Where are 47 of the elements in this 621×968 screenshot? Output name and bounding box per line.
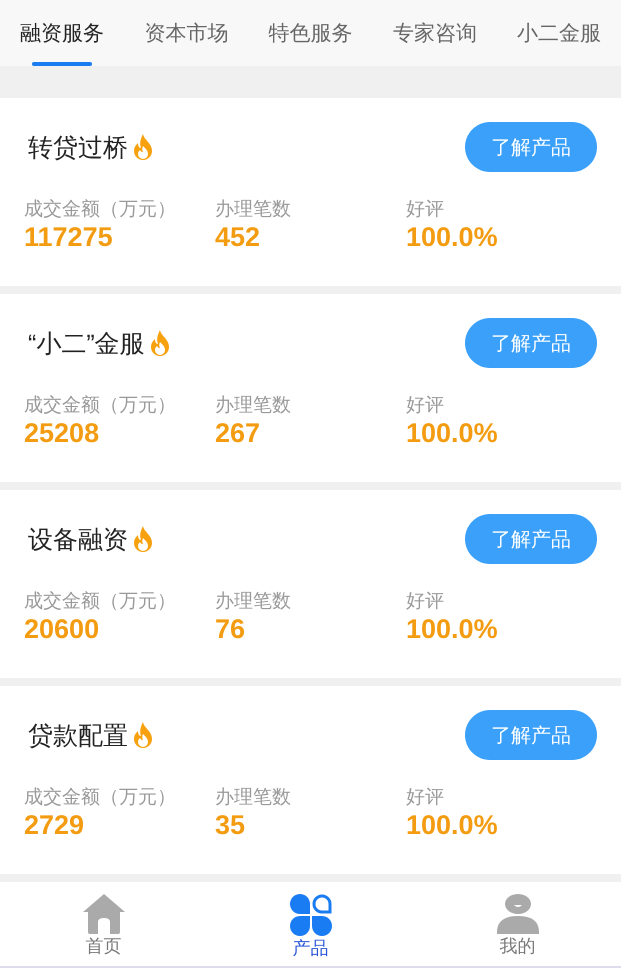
learn-product-button[interactable]: 了解产品 xyxy=(465,318,597,368)
flame-icon xyxy=(132,526,154,552)
stat-label: 成交金额（万元） xyxy=(24,786,177,810)
stat-label: 办理笔数 xyxy=(215,590,292,614)
stat-value: 100.0% xyxy=(406,614,499,644)
nav-tab[interactable]: 我的 xyxy=(414,882,621,966)
category-tab[interactable]: 资本市场 xyxy=(144,0,228,66)
category-tab[interactable]: 融资服务 xyxy=(20,0,104,66)
product-title: “小二”金服 xyxy=(28,328,145,360)
stat-value: 2729 xyxy=(24,810,86,840)
product-title: 贷款配置 xyxy=(28,720,128,752)
stat-value: 100.0% xyxy=(406,810,499,840)
learn-product-button[interactable]: 了解产品 xyxy=(465,122,597,172)
product-title: 转贷过桥 xyxy=(28,132,128,164)
stat-label: 好评 xyxy=(406,786,445,810)
flame-icon xyxy=(132,722,154,748)
stat-label: 成交金额（万元） xyxy=(24,590,177,614)
stat-value: 100.0% xyxy=(406,418,499,448)
stat-value: 267 xyxy=(215,418,262,448)
stat-value: 452 xyxy=(215,222,262,252)
nav-tab[interactable]: 产品 xyxy=(207,882,414,966)
learn-product-button[interactable]: 了解产品 xyxy=(465,514,597,564)
stat-label: 好评 xyxy=(406,590,445,614)
stat-label: 好评 xyxy=(406,198,445,222)
stat-label: 成交金额（万元） xyxy=(24,394,177,418)
flame-icon xyxy=(132,134,154,160)
stat-label: 办理笔数 xyxy=(215,394,292,418)
home-icon xyxy=(82,894,124,934)
stat-value: 20600 xyxy=(24,614,100,644)
stat-label: 办理笔数 xyxy=(215,198,292,222)
stat-value: 76 xyxy=(215,614,246,644)
stat-value: 35 xyxy=(215,810,246,840)
stat-value: 100.0% xyxy=(406,222,499,252)
clover-icon xyxy=(290,894,332,936)
user-icon xyxy=(496,894,538,934)
nav-tab[interactable]: 首页 xyxy=(0,882,207,966)
stat-value: 25208 xyxy=(24,418,100,448)
product-title: 设备融资 xyxy=(28,524,128,556)
stat-label: 好评 xyxy=(406,394,445,418)
category-tab[interactable]: 专家咨询 xyxy=(392,0,477,66)
category-tab[interactable]: 小二金服 xyxy=(517,0,601,66)
learn-product-button[interactable]: 了解产品 xyxy=(465,710,597,760)
category-tab[interactable]: 特色服务 xyxy=(268,0,352,66)
stat-value: 117275 xyxy=(24,222,114,252)
flame-icon xyxy=(148,330,171,356)
stat-label: 办理笔数 xyxy=(215,786,292,810)
stat-label: 成交金额（万元） xyxy=(24,198,177,222)
